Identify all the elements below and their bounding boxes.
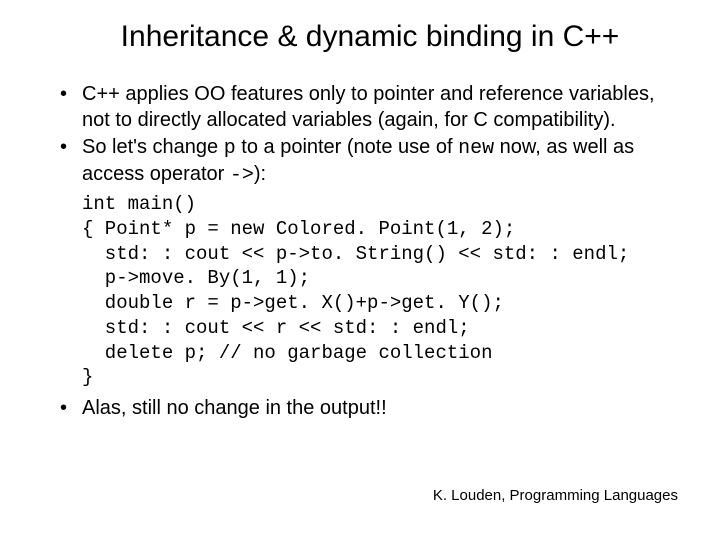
bullet-text: ): <box>254 163 266 185</box>
bullet-text: C++ applies OO features only to pointer … <box>82 83 655 131</box>
bullet-list: C++ applies OO features only to pointer … <box>58 82 680 188</box>
slide-title: Inheritance & dynamic binding in C++ <box>60 20 680 54</box>
inline-code: -> <box>230 164 254 187</box>
code-block: int main() { Point* p = new Colored. Poi… <box>82 192 680 390</box>
bullet-text: So let's change <box>82 136 224 158</box>
inline-code: new <box>458 137 494 160</box>
bullet-text: to a pointer (note use of <box>236 136 458 158</box>
bullet-item: Alas, still no change in the output!! <box>58 396 680 422</box>
inline-code: p <box>224 137 236 160</box>
bullet-item: So let's change p to a pointer (note use… <box>58 135 680 188</box>
bullet-item: C++ applies OO features only to pointer … <box>58 82 680 133</box>
bullet-list: Alas, still no change in the output!! <box>58 396 680 422</box>
bullet-text: Alas, still no change in the output!! <box>82 397 387 419</box>
footer-attribution: K. Louden, Programming Languages <box>433 487 678 504</box>
